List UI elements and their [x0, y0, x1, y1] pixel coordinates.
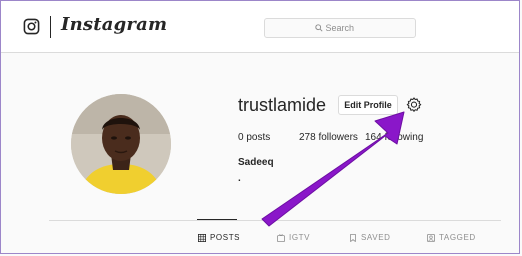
- posts-count: 0 posts: [238, 132, 271, 143]
- profile-full-name: Sadeeq: [238, 157, 274, 168]
- gear-icon[interactable]: [405, 96, 423, 114]
- search-icon: [314, 24, 323, 32]
- bookmark-icon: [350, 233, 356, 242]
- active-tab-indicator: [197, 219, 237, 220]
- profile-avatar[interactable]: [71, 94, 171, 194]
- grid-icon: [198, 233, 206, 242]
- top-navigation-bar: Instagram: [1, 1, 519, 53]
- followers-count[interactable]: 278 followers: [299, 132, 358, 143]
- browser-frame: Instagram trustlamide Edit Profile 0 pos…: [0, 0, 520, 254]
- profile-bio: .: [238, 173, 241, 184]
- tab-label: TAGGED: [439, 233, 476, 242]
- instagram-camera-icon[interactable]: [23, 18, 40, 35]
- search-box[interactable]: [264, 18, 416, 38]
- tab-tagged[interactable]: TAGGED: [427, 233, 476, 242]
- tabs-divider: [49, 220, 501, 221]
- tag-person-icon: [427, 233, 435, 242]
- tab-posts[interactable]: POSTS: [198, 233, 240, 242]
- avatar-photo: [71, 94, 171, 194]
- tab-label: SAVED: [361, 233, 391, 242]
- edit-profile-button[interactable]: Edit Profile: [338, 95, 398, 115]
- following-count[interactable]: 164 following: [365, 132, 423, 143]
- search-input[interactable]: [325, 23, 366, 33]
- tab-label: IGTV: [289, 233, 311, 242]
- nav-divider: [50, 16, 51, 38]
- profile-username: trustlamide: [238, 95, 327, 115]
- tab-saved[interactable]: SAVED: [349, 233, 391, 242]
- instagram-wordmark[interactable]: Instagram: [61, 14, 167, 35]
- tab-igtv[interactable]: IGTV: [277, 233, 310, 242]
- tab-label: POSTS: [210, 233, 241, 242]
- tv-icon: [277, 233, 285, 242]
